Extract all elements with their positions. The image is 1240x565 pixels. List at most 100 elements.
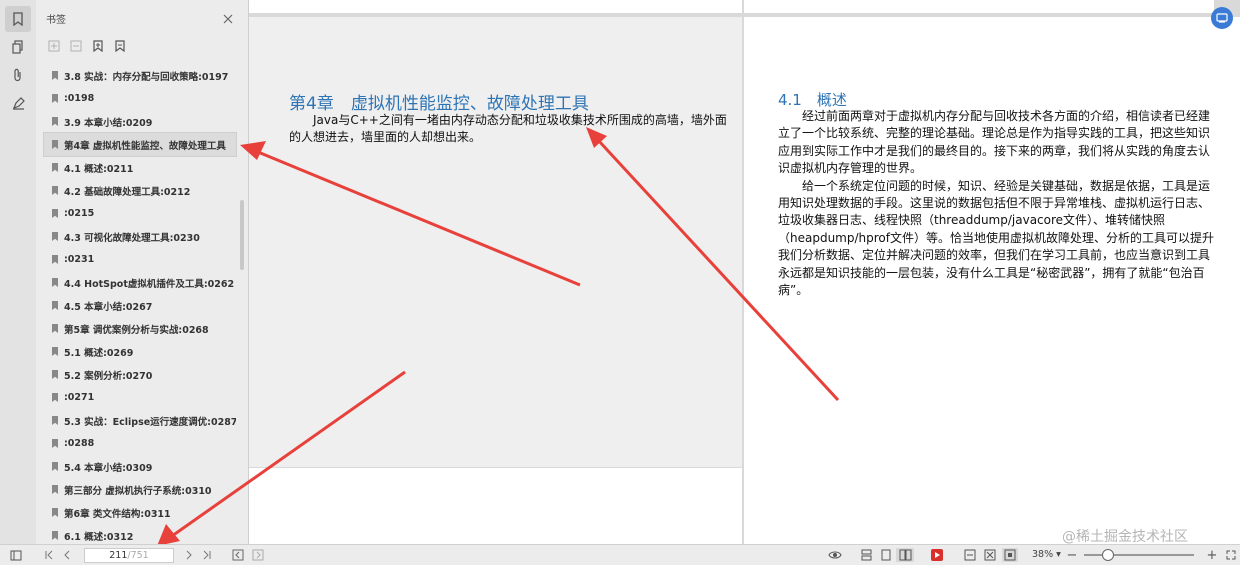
- bookmark-panel-icon[interactable]: [5, 6, 31, 32]
- fullscreen-icon[interactable]: [1224, 548, 1238, 562]
- bookmark-label: :0215: [64, 208, 95, 219]
- bookmark-panel: 书签 3.8 实战：内存分配与回收策略:0197 :0198 3.9 本章小结:02…: [36, 0, 249, 544]
- first-page-icon[interactable]: [42, 548, 56, 562]
- bookmark-item[interactable]: 5.2 案例分析:0270: [44, 363, 236, 386]
- floating-tool-icon[interactable]: [1211, 7, 1233, 29]
- continuous-view-icon[interactable]: [858, 548, 874, 562]
- bookmark-label: 6.1 概述:0312: [64, 531, 134, 543]
- panel-scrollbar[interactable]: [240, 200, 244, 270]
- bookmark-item[interactable]: 4.5 本章小结:0267: [44, 294, 236, 317]
- add-bookmark-icon[interactable]: [90, 38, 106, 54]
- zoom-slider-knob[interactable]: [1102, 549, 1114, 561]
- total-pages: /751: [127, 550, 149, 561]
- bookmark-item[interactable]: 5.3 实战：Eclipse运行速度调优:0287: [44, 409, 236, 432]
- bookmark-icon: [52, 186, 58, 195]
- bookmark-item[interactable]: :0288: [44, 432, 236, 455]
- bookmark-label: 第三部分 虚拟机执行子系统:0310: [64, 485, 212, 497]
- bookmark-item[interactable]: 3.8 实战：内存分配与回收策略:0197: [44, 64, 236, 87]
- watermark: @稀土掘金技术社区: [1062, 529, 1188, 545]
- bookmark-label: :0231: [64, 254, 95, 265]
- thumbnail-pages-icon[interactable]: [5, 34, 31, 60]
- zoom-in-icon[interactable]: +: [1206, 548, 1218, 563]
- bookmark-icon: [52, 232, 58, 241]
- bookmark-label: 3.8 实战：内存分配与回收策略:0197: [64, 71, 229, 83]
- play-icon[interactable]: [929, 548, 945, 562]
- bookmark-item[interactable]: 4.3 可视化故障处理工具:0230: [44, 225, 236, 248]
- document-viewer: 第4章 虚拟机性能监控、故障处理工具 Java与C++之间有一堵由内存动态分配和…: [249, 0, 1240, 544]
- back-icon[interactable]: [230, 548, 246, 562]
- bookmark-item[interactable]: 第6章 类文件结构:0311: [44, 501, 236, 524]
- zoom-slider[interactable]: [1084, 554, 1194, 556]
- bookmark-icon: [52, 508, 58, 517]
- zoom-out-icon[interactable]: −: [1066, 548, 1078, 563]
- next-page-top: [249, 468, 742, 544]
- section-paragraph-2: 给一个系统定位问题的时候，知识、经验是关键基础，数据是依据，工具是运用知识处理数…: [778, 178, 1214, 298]
- bookmark-label: 4.5 本章小结:0267: [64, 301, 153, 313]
- close-icon[interactable]: [222, 10, 234, 24]
- bookmark-label: 5.3 实战：Eclipse运行速度调优:0287: [64, 416, 236, 428]
- zoom-level-dropdown[interactable]: 38% ▾: [1032, 549, 1061, 560]
- section-paragraph-1: 经过前面两章对于虚拟机内存分配与回收技术各方面的介绍，相信读者已经建立了一个比较…: [778, 109, 1211, 176]
- last-page-icon[interactable]: [200, 548, 214, 562]
- bookmark-label: 4.4 HotSpot虚拟机插件及工具:0262: [64, 278, 235, 290]
- two-page-icon[interactable]: [896, 548, 914, 562]
- bookmark-item[interactable]: 第三部分 虚拟机执行子系统:0310: [44, 478, 236, 501]
- fit-page-icon[interactable]: [982, 548, 998, 562]
- bookmark-label: 4.2 基础故障处理工具:0212: [64, 186, 191, 198]
- fit-width-icon[interactable]: [962, 548, 978, 562]
- collapse-all-icon[interactable]: [68, 38, 84, 54]
- bookmark-item[interactable]: :0231: [44, 248, 236, 271]
- bookmark-icon: [52, 255, 58, 264]
- forward-icon[interactable]: [250, 548, 266, 562]
- panel-title: 书签: [46, 15, 66, 26]
- bookmark-item[interactable]: 第4章 虚拟机性能监控、故障处理工具: [43, 132, 237, 157]
- next-page-icon[interactable]: [182, 548, 196, 562]
- bookmark-item[interactable]: :0215: [44, 202, 236, 225]
- bookmark-icon: [52, 324, 58, 333]
- bookmark-icon: [52, 485, 58, 494]
- bookmark-icon: [52, 140, 58, 149]
- eye-protection-icon[interactable]: [826, 548, 844, 562]
- bookmark-label: 第4章 虚拟机性能监控、故障处理工具: [64, 140, 226, 152]
- bookmark-label: 第6章 类文件结构:0311: [64, 508, 171, 520]
- previous-page-bottom: [249, 0, 742, 13]
- bookmark-item[interactable]: 3.9 本章小结:0209: [44, 110, 236, 133]
- sidebar-toggle-icon[interactable]: [8, 548, 24, 562]
- bookmark-icon: [52, 347, 58, 356]
- bookmark-item[interactable]: 第5章 调优案例分析与实战:0268: [44, 317, 236, 340]
- bookmark-item[interactable]: 5.1 概述:0269: [44, 340, 236, 363]
- bookmark-item[interactable]: 5.4 本章小结:0309: [44, 455, 236, 478]
- bookmark-icon: [52, 209, 58, 218]
- bookmark-item[interactable]: :0198: [44, 87, 236, 110]
- bookmark-icon: [52, 117, 58, 126]
- remove-bookmark-icon[interactable]: [112, 38, 128, 54]
- bookmark-item[interactable]: 4.4 HotSpot虚拟机插件及工具:0262: [44, 271, 236, 294]
- bookmark-label: :0271: [64, 392, 95, 403]
- bookmark-toolbar: [46, 38, 128, 54]
- bookmark-icon: [52, 278, 58, 287]
- attachment-icon[interactable]: [5, 62, 31, 88]
- status-bar: 211/751 38% ▾ − +: [0, 544, 1240, 565]
- bookmark-item[interactable]: 4.2 基础故障处理工具:0212: [44, 179, 236, 202]
- bookmark-icon: [52, 301, 58, 310]
- bookmark-icon: [52, 94, 58, 103]
- bookmark-item[interactable]: 4.1 概述:0211: [44, 156, 236, 179]
- section-body: 经过前面两章对于虚拟机内存分配与回收技术各方面的介绍，相信读者已经建立了一个比较…: [778, 108, 1218, 299]
- bookmark-item[interactable]: :0271: [44, 386, 236, 409]
- signature-icon[interactable]: [5, 90, 31, 116]
- bookmark-list: 3.8 实战：内存分配与回收策略:0197 :0198 3.9 本章小结:0209 第…: [43, 64, 237, 547]
- bookmark-label: 4.3 可视化故障处理工具:0230: [64, 232, 200, 244]
- actual-size-icon[interactable]: [1002, 548, 1018, 562]
- bookmark-label: 5.4 本章小结:0309: [64, 462, 153, 474]
- bookmark-icon: [52, 370, 58, 379]
- prev-page-icon[interactable]: [60, 548, 74, 562]
- page-left: 第4章 虚拟机性能监控、故障处理工具 Java与C++之间有一堵由内存动态分配和…: [249, 17, 742, 467]
- current-page: 211: [109, 550, 128, 561]
- bookmark-icon: [52, 531, 58, 540]
- page-number-input[interactable]: 211/751: [84, 548, 174, 563]
- previous-page-bottom-right: [744, 0, 1214, 13]
- bookmark-label: 3.9 本章小结:0209: [64, 117, 153, 129]
- single-page-icon[interactable]: [878, 548, 894, 562]
- bookmark-label: :0288: [64, 438, 95, 449]
- expand-all-icon[interactable]: [46, 38, 62, 54]
